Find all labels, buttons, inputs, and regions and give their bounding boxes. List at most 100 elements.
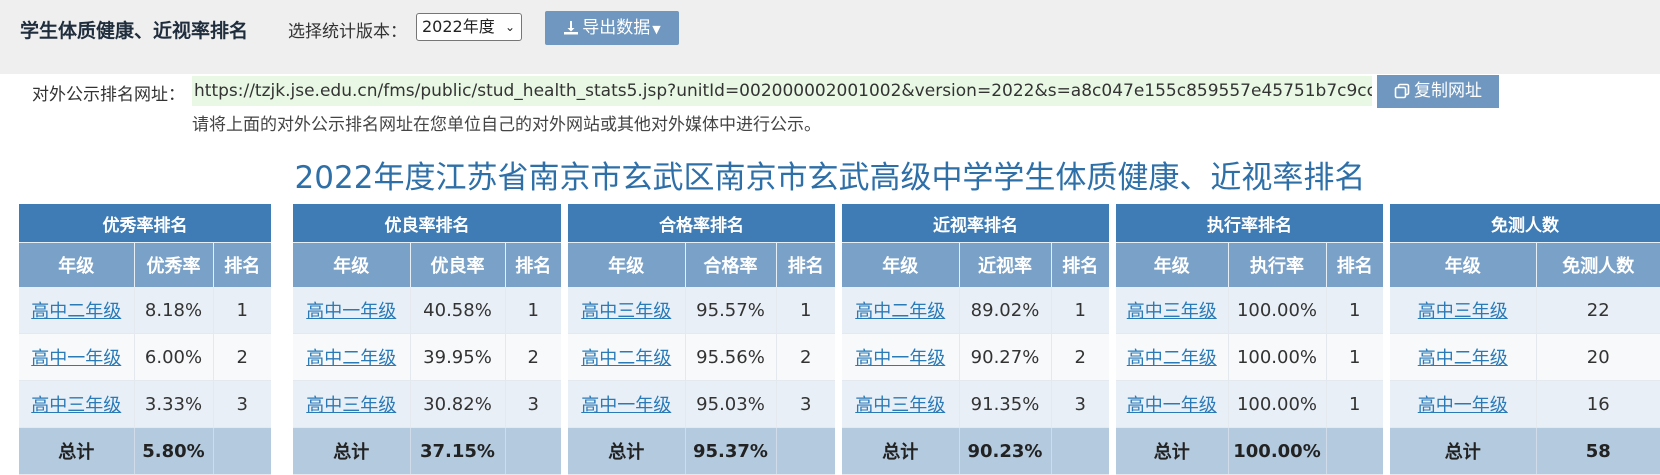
rate-cell: 95.56% — [685, 333, 777, 381]
total-value: 100.00% — [1228, 427, 1327, 475]
table-row: 高中二年级 20 — [1390, 333, 1660, 381]
rank-cell: 2 — [213, 333, 272, 381]
grade-link[interactable]: 高中三年级 — [581, 301, 671, 322]
rate-cell: 6.00% — [134, 333, 214, 381]
caret-down-icon: ▼ — [652, 23, 661, 36]
column-header: 年级 — [568, 242, 686, 287]
total-row: 总计 5.80% — [19, 427, 272, 475]
grade-link[interactable]: 高中一年级 — [31, 348, 121, 369]
grade-link[interactable]: 高中一年级 — [855, 348, 945, 369]
public-url-hint: 请将上面的对外公示排名网址在您单位自己的对外网站或其他对外媒体中进行公示。 — [192, 115, 821, 135]
report-title: 2022年度江苏省南京市玄武区南京市玄武高级中学学生体质健康、近视率排名 — [294, 160, 1366, 196]
grade-link[interactable]: 高中三年级 — [855, 395, 945, 416]
column-header: 年级 — [842, 242, 960, 287]
table-row: 高中三年级 22 — [1390, 287, 1660, 334]
column-header: 免测人数 — [1536, 242, 1660, 287]
grade-link[interactable]: 高中一年级 — [1418, 395, 1508, 416]
total-value: 95.37% — [685, 427, 777, 475]
total-value: 58 — [1536, 427, 1660, 475]
table-row: 高中二年级 89.02% 1 — [842, 287, 1110, 334]
rank-cell: 1 — [776, 287, 836, 334]
rank-cell: 1 — [505, 287, 562, 334]
exempt-count-table: 免测人数 年级 免测人数 高中三年级 22 高中二年级 20 高中一年级 16 … — [1390, 204, 1660, 475]
rate-cell: 95.57% — [685, 287, 777, 334]
rate-cell: 89.02% — [959, 287, 1052, 334]
grade-link[interactable]: 高中二年级 — [1127, 348, 1217, 369]
total-label: 总计 — [19, 427, 135, 475]
table-row: 高中一年级 40.58% 1 — [293, 287, 562, 334]
rank-cell: 1 — [1326, 287, 1384, 334]
table-row: 高中一年级 95.03% 3 — [568, 380, 836, 428]
grade-link[interactable]: 高中二年级 — [31, 301, 121, 322]
table-caption: 合格率排名 — [568, 204, 836, 243]
rate-cell: 40.58% — [410, 287, 506, 334]
copy-url-button[interactable]: 复制网址 — [1377, 75, 1499, 108]
total-value: 5.80% — [134, 427, 214, 475]
rate-cell: 100.00% — [1228, 287, 1327, 334]
grade-link[interactable]: 高中一年级 — [581, 395, 671, 416]
table-caption: 近视率排名 — [842, 204, 1110, 243]
table-caption: 优秀率排名 — [19, 204, 272, 243]
page-title: 学生体质健康、近视率排名 — [20, 20, 249, 42]
total-row: 总计 58 — [1390, 427, 1660, 475]
grade-link[interactable]: 高中三年级 — [31, 395, 121, 416]
rank-cell: 3 — [213, 380, 272, 428]
rate-cell: 100.00% — [1228, 380, 1327, 428]
column-header: 排名 — [213, 242, 272, 287]
rank-cell: 3 — [505, 380, 562, 428]
total-rank — [1326, 427, 1384, 475]
table-row: 高中二年级 39.95% 2 — [293, 333, 562, 381]
rate-cell: 90.27% — [959, 333, 1052, 381]
total-rank — [1051, 427, 1110, 475]
grade-link[interactable]: 高中一年级 — [306, 301, 396, 322]
grade-link[interactable]: 高中二年级 — [581, 348, 671, 369]
grade-link[interactable]: 高中三年级 — [306, 395, 396, 416]
total-rank — [505, 427, 562, 475]
table-caption: 执行率排名 — [1116, 204, 1384, 243]
rate-cell: 30.82% — [410, 380, 506, 428]
total-label: 总计 — [568, 427, 686, 475]
total-row: 总计 100.00% — [1116, 427, 1384, 475]
rate-cell: 39.95% — [410, 333, 506, 381]
total-label: 总计 — [1390, 427, 1537, 475]
column-header: 排名 — [1326, 242, 1384, 287]
grade-link[interactable]: 高中二年级 — [1418, 348, 1508, 369]
total-label: 总计 — [293, 427, 411, 475]
rank-cell: 3 — [1051, 380, 1110, 428]
rank-cell: 1 — [1051, 287, 1110, 334]
table-row: 高中二年级 95.56% 2 — [568, 333, 836, 381]
rank-cell: 1 — [1326, 333, 1384, 381]
export-data-button[interactable]: 导出数据 ▼ — [545, 11, 679, 45]
grade-link[interactable]: 高中一年级 — [1127, 395, 1217, 416]
grade-link[interactable]: 高中二年级 — [306, 348, 396, 369]
good-rate-table: 优良率排名 年级 优良率 排名 高中一年级 40.58% 1 高中二年级 39.… — [293, 204, 562, 475]
count-cell: 22 — [1536, 287, 1660, 334]
public-url-label: 对外公示排名网址： — [32, 85, 185, 105]
table-caption: 优良率排名 — [293, 204, 562, 243]
table-row: 高中一年级 16 — [1390, 380, 1660, 428]
total-rank — [213, 427, 272, 475]
total-label: 总计 — [1116, 427, 1229, 475]
column-header: 年级 — [1390, 242, 1537, 287]
total-value: 37.15% — [410, 427, 506, 475]
table-row: 高中一年级 6.00% 2 — [19, 333, 272, 381]
rank-cell: 1 — [213, 287, 272, 334]
column-header: 年级 — [19, 242, 135, 287]
version-select[interactable]: 2022年度 ⌄ — [416, 13, 522, 41]
total-rank — [776, 427, 836, 475]
table-row: 高中一年级 100.00% 1 — [1116, 380, 1384, 428]
rate-cell: 91.35% — [959, 380, 1052, 428]
grade-link[interactable]: 高中三年级 — [1418, 301, 1508, 322]
pass-rate-table: 合格率排名 年级 合格率 排名 高中三年级 95.57% 1 高中二年级 95.… — [568, 204, 836, 475]
copy-icon — [1394, 83, 1410, 99]
download-icon — [564, 21, 579, 35]
table-row: 高中二年级 8.18% 1 — [19, 287, 272, 334]
table-caption: 免测人数 — [1390, 204, 1660, 243]
column-header: 排名 — [505, 242, 562, 287]
rate-cell: 8.18% — [134, 287, 214, 334]
public-url-field[interactable]: https://tzjk.jse.edu.cn/fms/public/stud_… — [192, 76, 1372, 106]
grade-link[interactable]: 高中三年级 — [1127, 301, 1217, 322]
grade-link[interactable]: 高中二年级 — [855, 301, 945, 322]
count-cell: 16 — [1536, 380, 1660, 428]
version-label: 选择统计版本： — [288, 22, 407, 42]
